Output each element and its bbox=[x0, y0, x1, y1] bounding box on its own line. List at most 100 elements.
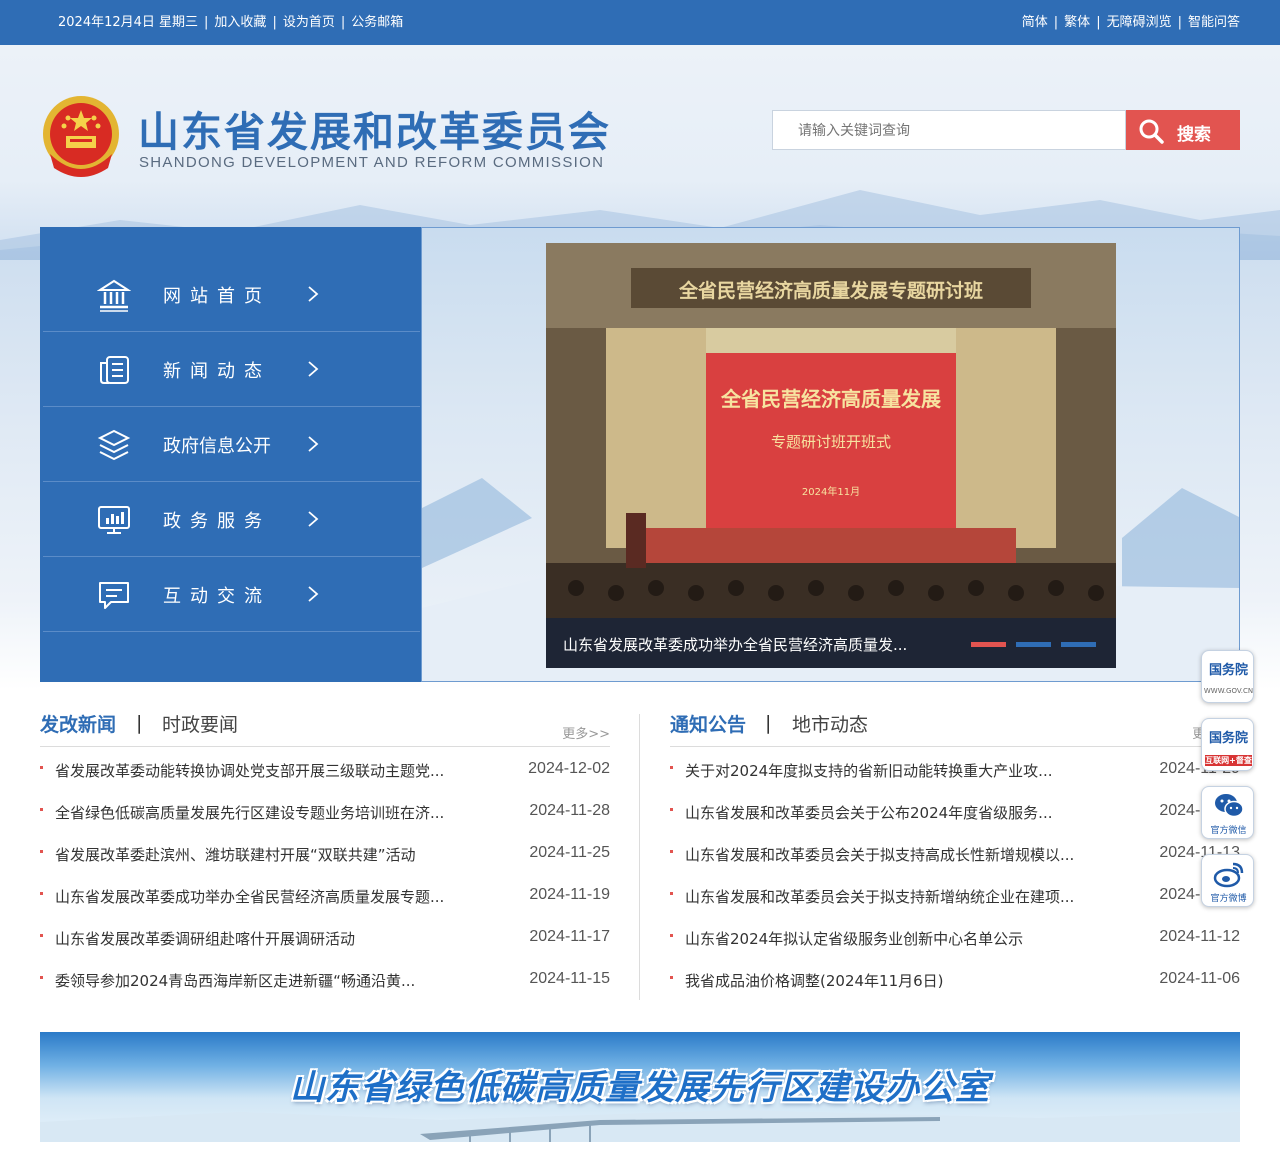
news-list: 省发展改革委动能转换协调处党支部开展三级联动主题党... 2024-12-02 全… bbox=[40, 748, 610, 1000]
list-item[interactable]: 我省成品油价格调整(2024年11月6日) 2024-11-06 bbox=[670, 958, 1240, 1000]
tab-notices[interactable]: 通知公告 bbox=[670, 710, 746, 737]
news-date: 2024-11-25 bbox=[529, 844, 610, 861]
notice-title: 关于对2024年度拟支持的省新旧动能转换重大产业攻... bbox=[685, 762, 1053, 780]
screen-line-1: 全省民营经济高质量发展 bbox=[721, 387, 941, 411]
weibo-link[interactable]: 官方微博 bbox=[1201, 854, 1254, 907]
slide-image[interactable]: 全省民营经济高质量发展专题研讨班 全省民营经济高质量发展 专题研讨班开班式 20… bbox=[546, 243, 1116, 668]
accessibility-link[interactable]: 无障碍浏览 bbox=[1107, 15, 1172, 30]
list-item[interactable]: 山东省发展改革委成功举办全省民营经济高质量发展专题... 2024-11-19 bbox=[40, 874, 610, 916]
tab-reform-news[interactable]: 发改新闻 bbox=[40, 710, 116, 737]
search-button-label: 搜索 bbox=[1177, 125, 1211, 145]
search-button[interactable]: 搜索 bbox=[1126, 110, 1240, 150]
list-item[interactable]: 省发展改革委动能转换协调处党支部开展三级联动主题党... 2024-12-02 bbox=[40, 748, 610, 790]
list-item[interactable]: 省发展改革委赴滨州、潍坊联建村开展“双联共建”活动 2024-11-25 bbox=[40, 832, 610, 874]
nav-item-news[interactable]: 新闻动态 bbox=[43, 332, 420, 407]
weibo-label: 官方微博 bbox=[1210, 894, 1247, 904]
list-item[interactable]: 山东省发展改革委调研组赴喀什开展调研活动 2024-11-17 bbox=[40, 916, 610, 958]
slide-caption-text[interactable]: 山东省发展改革委成功举办全省民营经济高质量发... bbox=[563, 634, 907, 655]
list-item[interactable]: 关于对2024年度拟支持的省新旧动能转换重大产业攻... 2024-11-29 bbox=[670, 748, 1240, 790]
news-icon bbox=[100, 356, 129, 384]
news-more-link[interactable]: 更多>> bbox=[562, 723, 610, 742]
current-date: 2024年12月4日 星期三 bbox=[58, 15, 199, 30]
news-title: 省发展改革委动能转换协调处党支部开展三级联动主题党... bbox=[55, 762, 445, 780]
weibo-icon bbox=[1213, 862, 1244, 888]
nav-label: 互动交流 bbox=[163, 586, 271, 607]
green-development-banner[interactable]: 山东省绿色低碳高质量发展先行区建设办公室 bbox=[40, 1032, 1240, 1142]
list-item[interactable]: 山东省发展和改革委员会关于公布2024年度省级服务... 2024-11-15 bbox=[670, 790, 1240, 832]
tab-politics-news[interactable]: 时政要闻 bbox=[162, 710, 238, 737]
notice-title: 山东省发展和改革委员会关于公布2024年度省级服务... bbox=[685, 804, 1053, 822]
gov-supervision-badge: 互联网+督查 bbox=[1205, 755, 1252, 766]
notice-list: 关于对2024年度拟支持的省新旧动能转换重大产业攻... 2024-11-29 山… bbox=[670, 748, 1240, 1000]
wechat-link[interactable]: 官方微信 bbox=[1201, 786, 1254, 839]
carousel-dot-3[interactable] bbox=[1061, 642, 1096, 647]
gov-supervision-title: 国务院 bbox=[1208, 731, 1248, 746]
smart-qa-link[interactable]: 智能问答 bbox=[1188, 15, 1240, 30]
banner-text: 山东省绿色低碳高质量发展先行区建设办公室 bbox=[290, 1068, 990, 1108]
screen-line-3: 2024年11月 bbox=[801, 487, 861, 498]
carousel-dot-2[interactable] bbox=[1016, 642, 1051, 647]
add-favorite-link[interactable]: 加入收藏 bbox=[214, 15, 266, 30]
column-divider bbox=[639, 714, 640, 1000]
chevron-right-icon bbox=[308, 361, 319, 377]
notice-date: 2024-11-06 bbox=[1159, 970, 1240, 987]
search-bar: 搜索 bbox=[772, 110, 1240, 150]
tab-city-news[interactable]: 地市动态 bbox=[792, 710, 868, 737]
news-date: 2024-11-19 bbox=[529, 886, 610, 903]
site-subtitle: SHANDONG DEVELOPMENT AND REFORM COMMISSI… bbox=[139, 154, 605, 171]
gov-cn-link[interactable]: 国务院 WWW.GOV.CN bbox=[1201, 650, 1254, 703]
slide-title: 全省民营经济高质量发展专题研讨班 bbox=[678, 280, 983, 302]
notice-title: 山东省发展和改革委员会关于拟支持高成长性新增规模以... bbox=[685, 846, 1075, 864]
nav-label: 网站首页 bbox=[163, 286, 271, 307]
tab-divider: | bbox=[765, 712, 772, 734]
list-item[interactable]: 山东省发展和改革委员会关于拟支持高成长性新增规模以... 2024-11-13 bbox=[670, 832, 1240, 874]
nav-label: 政府信息公开 bbox=[163, 436, 271, 457]
nav-label: 政务服务 bbox=[163, 511, 271, 532]
simplified-link[interactable]: 简体 bbox=[1022, 15, 1048, 30]
slide-caption: 山东省发展改革委成功举办全省民营经济高质量发... bbox=[546, 618, 1116, 668]
notice-title: 山东省发展和改革委员会关于拟支持新增纳统企业在建项... bbox=[685, 888, 1075, 906]
notice-title: 我省成品油价格调整(2024年11月6日) bbox=[685, 972, 944, 990]
main-nav: 网站首页 新闻动态 政府信息公开 政务服务 互动交流 bbox=[40, 227, 421, 682]
chat-icon bbox=[99, 582, 129, 609]
notice-divider bbox=[670, 746, 1240, 747]
official-mail-link[interactable]: 公务邮箱 bbox=[351, 15, 403, 30]
news-date: 2024-11-15 bbox=[529, 970, 610, 987]
nav-item-interaction[interactable]: 互动交流 bbox=[43, 557, 420, 632]
conference-photo bbox=[546, 243, 1116, 668]
news-date: 2024-11-28 bbox=[529, 802, 610, 819]
list-item[interactable]: 委领导参加2024青岛西海岸新区走进新疆“畅通沿黄... 2024-11-15 bbox=[40, 958, 610, 1000]
gov-cn-title: 国务院 bbox=[1208, 663, 1248, 678]
banner-carousel: 全省民营经济高质量发展专题研讨班 全省民营经济高质量发展 专题研讨班开班式 20… bbox=[421, 227, 1240, 682]
chevron-right-icon bbox=[308, 586, 319, 602]
chevron-right-icon bbox=[308, 511, 319, 527]
screen-line-2: 专题研讨班开班式 bbox=[770, 433, 891, 451]
set-homepage-link[interactable]: 设为首页 bbox=[283, 15, 335, 30]
notice-title: 山东省2024年拟认定省级服务业创新中心名单公示 bbox=[685, 930, 1024, 948]
monitor-chart-icon bbox=[98, 506, 130, 534]
gov-supervision-link[interactable]: 国务院 互联网+督查 bbox=[1201, 718, 1254, 771]
list-item[interactable]: 山东省发展和改革委员会关于拟支持新增纳统企业在建项... 2024-11-13 bbox=[670, 874, 1240, 916]
search-input[interactable] bbox=[772, 110, 1126, 150]
list-item[interactable]: 全省绿色低碳高质量发展先行区建设专题业务培训班在济... 2024-11-28 bbox=[40, 790, 610, 832]
top-bar-left: 2024年12月4日 星期三 | 加入收藏 | 设为首页 | 公务邮箱 bbox=[58, 15, 404, 30]
nav-label: 新闻动态 bbox=[163, 361, 271, 382]
search-icon bbox=[1139, 119, 1164, 144]
top-bar-right: 简体 | 繁体 | 无障碍浏览 | 智能问答 bbox=[1021, 15, 1240, 30]
carousel-dot-1[interactable] bbox=[971, 642, 1006, 647]
wechat-label: 官方微信 bbox=[1210, 826, 1247, 836]
notice-date: 2024-11-12 bbox=[1159, 928, 1240, 945]
news-title: 委领导参加2024青岛西海岸新区走进新疆“畅通沿黄... bbox=[55, 972, 416, 990]
chevron-right-icon bbox=[308, 286, 319, 302]
news-header: 发改新闻 | 时政要闻 更多>> bbox=[40, 708, 610, 746]
chevron-right-icon bbox=[308, 436, 319, 452]
national-emblem-icon bbox=[43, 96, 119, 177]
news-title: 山东省发展改革委调研组赴喀什开展调研活动 bbox=[55, 930, 356, 948]
nav-item-gov-info[interactable]: 政府信息公开 bbox=[43, 407, 420, 482]
nav-item-services[interactable]: 政务服务 bbox=[43, 482, 420, 557]
list-item[interactable]: 山东省2024年拟认定省级服务业创新中心名单公示 2024-11-12 bbox=[670, 916, 1240, 958]
notice-header: 通知公告 | 地市动态 更多>> bbox=[670, 708, 1240, 746]
nav-item-home[interactable]: 网站首页 bbox=[43, 257, 420, 332]
traditional-link[interactable]: 繁体 bbox=[1064, 15, 1090, 30]
news-title: 全省绿色低碳高质量发展先行区建设专题业务培训班在济... bbox=[55, 804, 445, 822]
